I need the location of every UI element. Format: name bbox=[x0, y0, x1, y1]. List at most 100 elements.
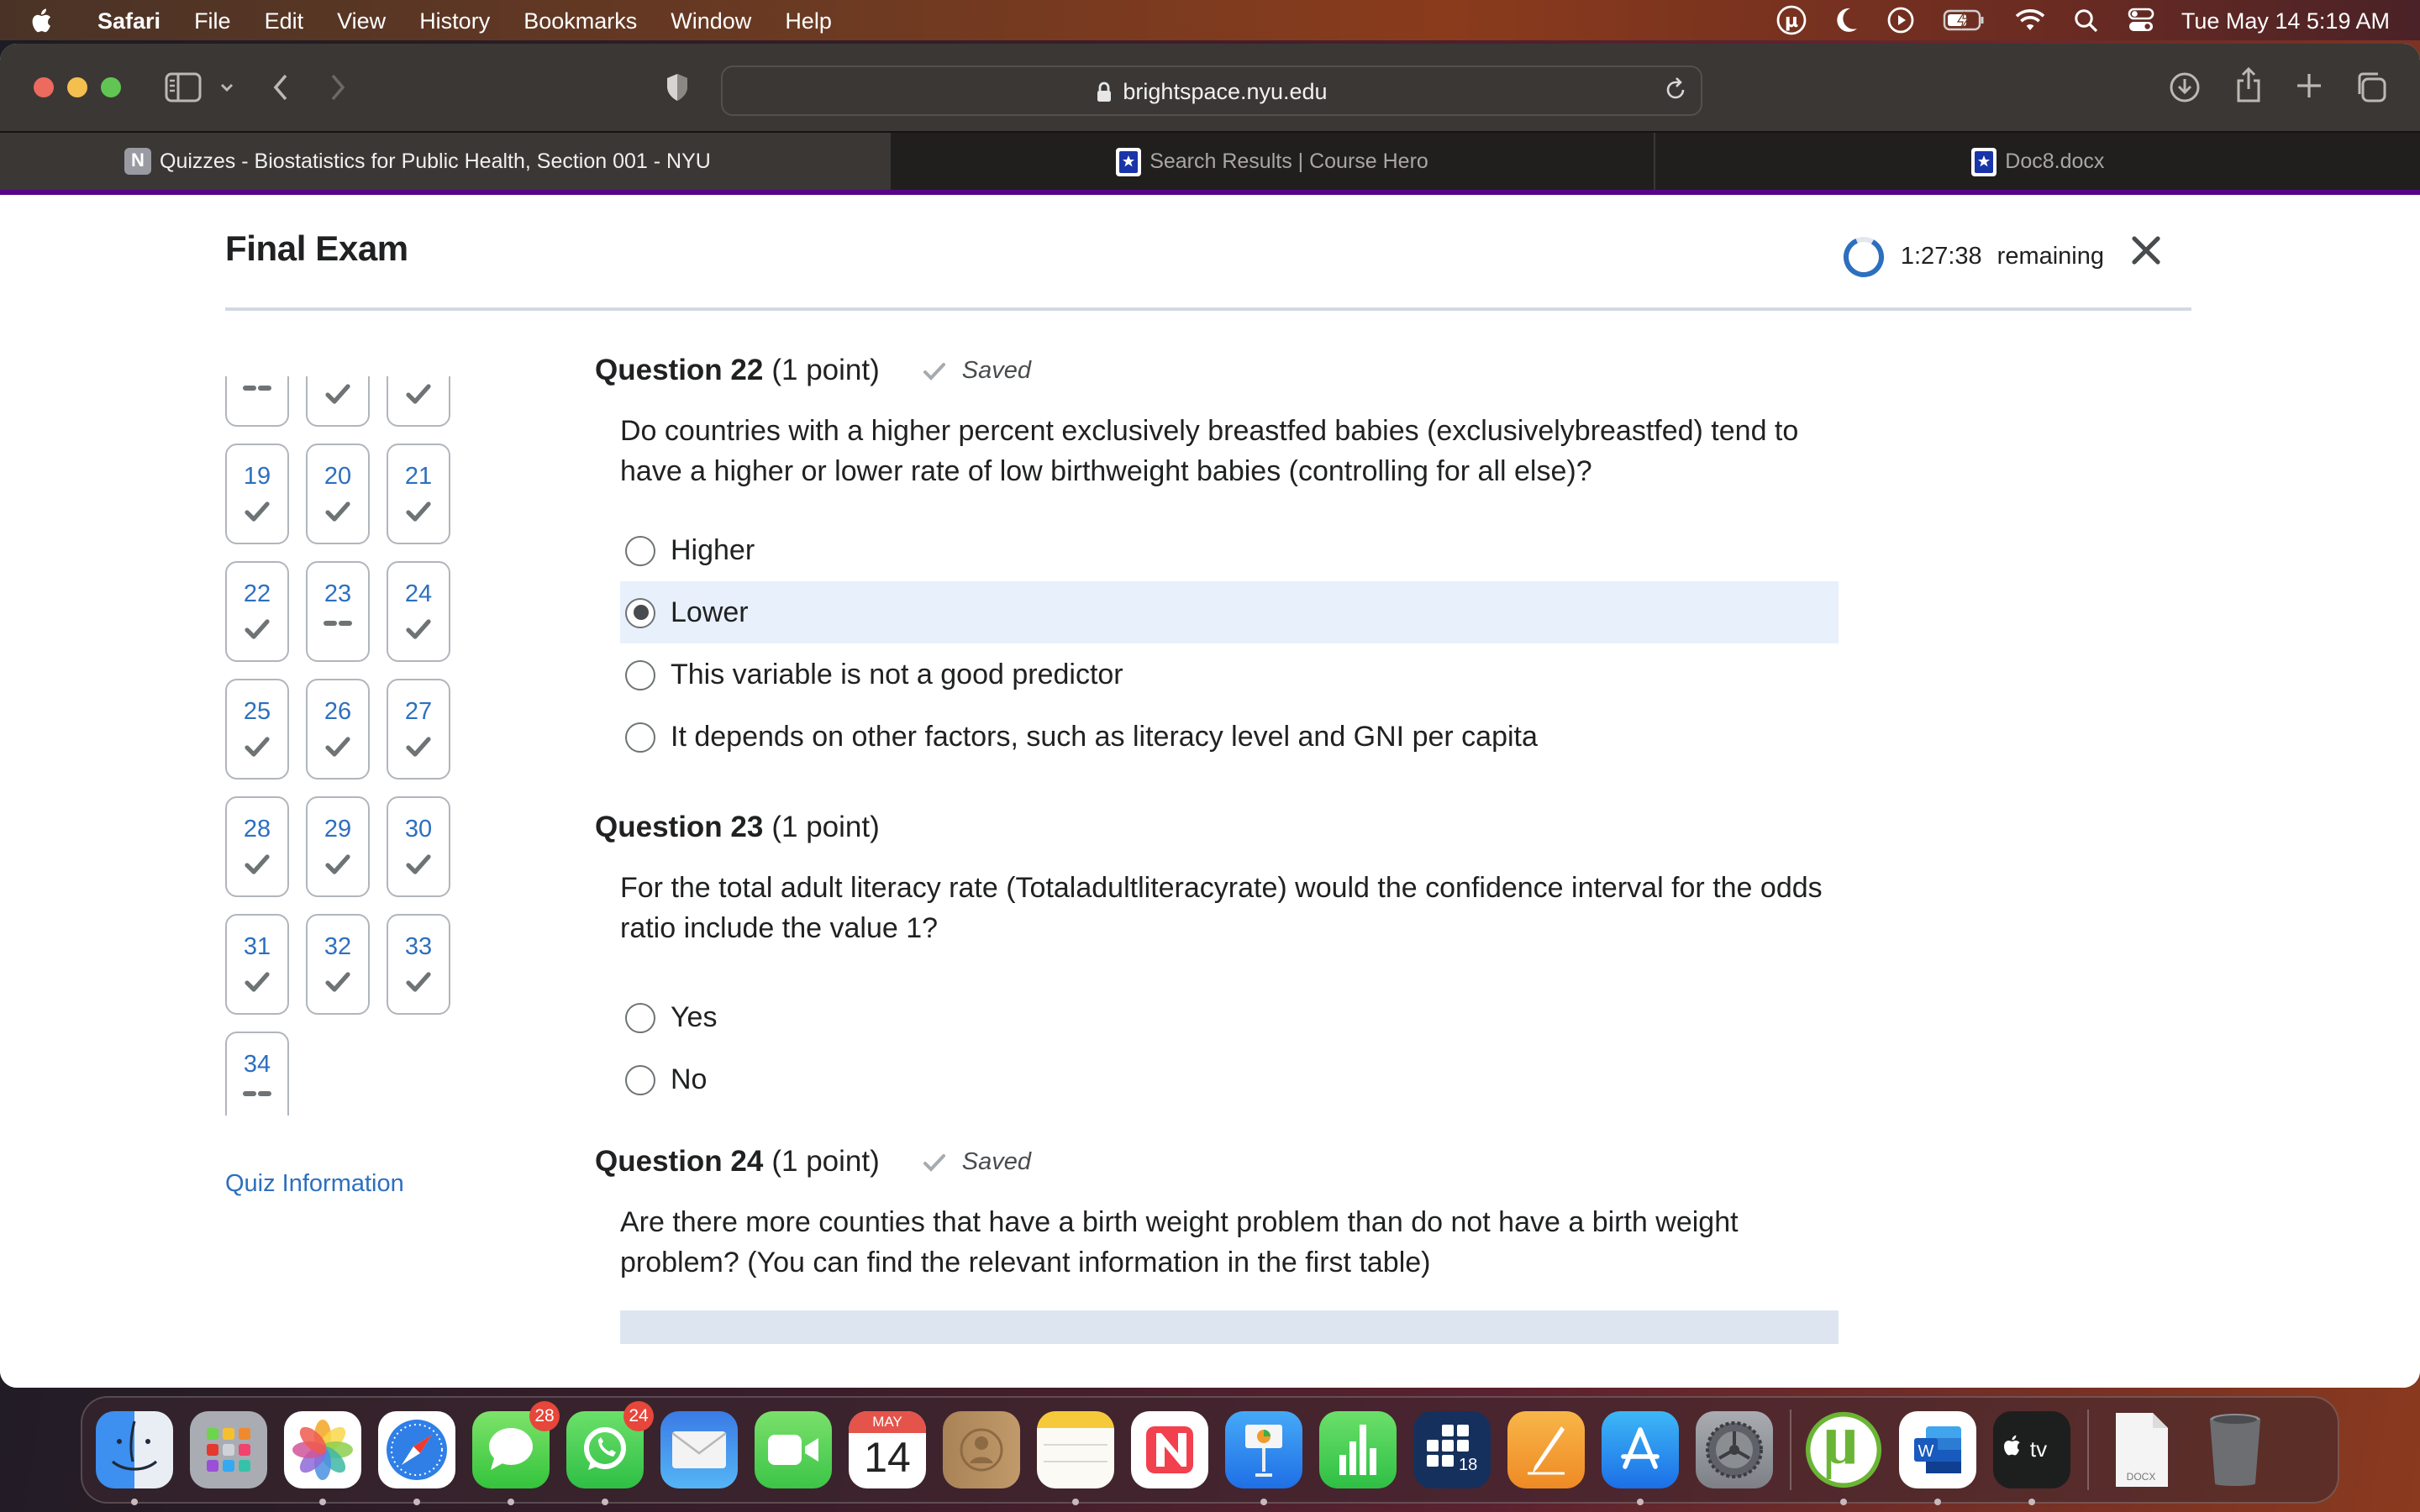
close-quiz-button[interactable] bbox=[2128, 232, 2165, 269]
dock-mosaic[interactable]: 18 bbox=[1413, 1411, 1491, 1488]
question-tile-28[interactable]: 28 bbox=[225, 796, 289, 897]
quiz-information-link[interactable]: Quiz Information bbox=[225, 1171, 404, 1198]
check-icon bbox=[923, 362, 946, 380]
dock-pages[interactable] bbox=[1507, 1411, 1585, 1488]
apple-menu-icon[interactable] bbox=[30, 8, 60, 33]
running-indicator bbox=[413, 1499, 420, 1505]
reload-icon[interactable] bbox=[1664, 76, 1687, 108]
dock-utorrent[interactable] bbox=[1805, 1411, 1882, 1505]
menu-bookmarks[interactable]: Bookmarks bbox=[523, 8, 637, 33]
question-number: 34 bbox=[243, 1052, 271, 1079]
dock-trash[interactable] bbox=[2196, 1411, 2274, 1488]
dock-messages[interactable]: 28 bbox=[472, 1401, 560, 1505]
question-tile-25[interactable]: 25 bbox=[225, 679, 289, 780]
dock-launchpad[interactable] bbox=[190, 1411, 267, 1488]
answered-check-icon bbox=[388, 618, 449, 640]
radio-button[interactable] bbox=[625, 1002, 655, 1032]
question-tile-33[interactable]: 33 bbox=[387, 914, 450, 1015]
question-tile-27[interactable]: 27 bbox=[387, 679, 450, 780]
tab-quizzes[interactable]: N Quizzes - Biostatistics for Public Hea… bbox=[0, 133, 889, 190]
tab-course-hero[interactable]: Search Results | Course Hero bbox=[888, 133, 1654, 190]
dock-doc8-file[interactable]: DOCX bbox=[2102, 1411, 2180, 1488]
zoom-window-button[interactable] bbox=[101, 77, 121, 97]
dock-photos[interactable] bbox=[284, 1411, 361, 1505]
dock-word[interactable]: W bbox=[1899, 1411, 1976, 1505]
menu-history[interactable]: History bbox=[419, 8, 490, 33]
battery-charging-icon[interactable] bbox=[1943, 8, 1986, 32]
question-tile-24[interactable]: 24 bbox=[387, 561, 450, 662]
option-higher[interactable]: Higher bbox=[620, 519, 1839, 581]
dock-app-store[interactable] bbox=[1602, 1411, 1679, 1505]
dock-calendar[interactable]: MAY 14 bbox=[849, 1411, 926, 1488]
wifi-icon[interactable] bbox=[2015, 8, 2045, 32]
menu-window[interactable]: Window bbox=[671, 8, 751, 33]
dock-whatsapp[interactable]: 24 bbox=[566, 1401, 654, 1505]
new-tab-icon[interactable] bbox=[2296, 72, 2323, 99]
spotlight-search-icon[interactable] bbox=[2074, 8, 2099, 33]
menu-help[interactable]: Help bbox=[785, 8, 832, 33]
option-no[interactable]: No bbox=[620, 1048, 1839, 1110]
dock-apple-tv[interactable]: tv bbox=[1993, 1411, 2070, 1505]
question-tile-32[interactable]: 32 bbox=[306, 914, 370, 1015]
option-lower[interactable]: Lower bbox=[620, 581, 1839, 643]
question-tile-31[interactable]: 31 bbox=[225, 914, 289, 1015]
question-tile-30[interactable]: 30 bbox=[387, 796, 450, 897]
option-not-good-predictor[interactable]: This variable is not a good predictor bbox=[620, 643, 1839, 706]
forward-button[interactable] bbox=[328, 72, 348, 102]
close-window-button[interactable] bbox=[34, 77, 54, 97]
dock-mail[interactable] bbox=[660, 1411, 738, 1488]
dock-keynote[interactable] bbox=[1225, 1411, 1302, 1505]
question-tile-29[interactable]: 29 bbox=[306, 796, 370, 897]
sidebar-toggle-icon[interactable] bbox=[165, 72, 202, 102]
lock-icon bbox=[1096, 80, 1113, 102]
utorrent-icon[interactable]: µ bbox=[1776, 5, 1807, 35]
focus-moon-icon[interactable] bbox=[1835, 7, 1859, 34]
dock-numbers[interactable] bbox=[1319, 1411, 1397, 1488]
menu-file[interactable]: File bbox=[194, 8, 231, 33]
menu-view[interactable]: View bbox=[337, 8, 386, 33]
privacy-shield-icon[interactable] bbox=[666, 72, 689, 102]
option-depends-on-other-factors[interactable]: It depends on other factors, such as lit… bbox=[620, 706, 1839, 768]
question-tile-34[interactable]: 34 bbox=[225, 1032, 289, 1116]
option-yes[interactable]: Yes bbox=[620, 986, 1839, 1048]
question-header: Question 24 (1 point) Saved bbox=[595, 1144, 1839, 1179]
question-tile-19[interactable]: 19 bbox=[225, 444, 289, 544]
radio-button[interactable] bbox=[625, 722, 655, 752]
play-circle-icon[interactable] bbox=[1887, 7, 1914, 34]
minimize-window-button[interactable] bbox=[67, 77, 87, 97]
radio-button-selected[interactable] bbox=[625, 597, 655, 627]
question-tile-22[interactable]: 22 bbox=[225, 561, 289, 662]
dock-contacts[interactable] bbox=[943, 1411, 1020, 1488]
dock-news[interactable] bbox=[1131, 1411, 1208, 1488]
address-bar[interactable]: brightspace.nyu.edu bbox=[721, 66, 1702, 116]
dock-separator bbox=[2087, 1410, 2089, 1490]
question-tile-26[interactable]: 26 bbox=[306, 679, 370, 780]
share-icon[interactable] bbox=[2233, 67, 2264, 104]
menu-clock[interactable]: Tue May 14 5:19 AM bbox=[2181, 8, 2390, 33]
question-tile-16[interactable]: 16 bbox=[225, 376, 289, 427]
dock-facetime[interactable] bbox=[755, 1411, 832, 1488]
radio-button[interactable] bbox=[625, 659, 655, 690]
radio-button[interactable] bbox=[625, 1064, 655, 1095]
tab-overview-icon[interactable] bbox=[2354, 71, 2388, 104]
radio-button[interactable] bbox=[625, 535, 655, 565]
dock-system-preferences[interactable] bbox=[1696, 1411, 1773, 1488]
downloads-icon[interactable] bbox=[2168, 71, 2202, 104]
question-number: 25 bbox=[243, 699, 271, 726]
dock-finder[interactable] bbox=[96, 1411, 173, 1505]
option-selected-partial[interactable] bbox=[620, 1310, 1839, 1344]
menu-app-name[interactable]: Safari bbox=[97, 8, 160, 33]
question-tile-21[interactable]: 21 bbox=[387, 444, 450, 544]
dock-safari[interactable] bbox=[378, 1411, 455, 1505]
question-tile-17[interactable]: 17 bbox=[306, 376, 370, 427]
control-center-icon[interactable] bbox=[2128, 7, 2154, 34]
radio-dot bbox=[633, 605, 648, 620]
dock-notes[interactable] bbox=[1037, 1411, 1114, 1505]
back-button[interactable] bbox=[271, 72, 291, 102]
menu-edit[interactable]: Edit bbox=[265, 8, 304, 33]
tab-group-chevron-icon[interactable] bbox=[218, 81, 235, 94]
question-tile-23[interactable]: 23 bbox=[306, 561, 370, 662]
tab-doc8[interactable]: Doc8.docx bbox=[1654, 133, 2420, 190]
question-tile-18[interactable]: 18 bbox=[387, 376, 450, 427]
question-tile-20[interactable]: 20 bbox=[306, 444, 370, 544]
